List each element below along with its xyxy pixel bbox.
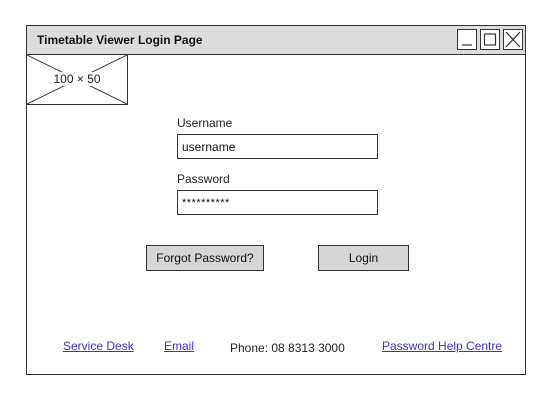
- logo-size-label: 100 × 50: [52, 72, 102, 86]
- service-desk-link[interactable]: Service Desk: [63, 339, 134, 353]
- password-label: Password: [177, 172, 230, 186]
- window-title: Timetable Viewer Login Page: [37, 33, 203, 47]
- window-titlebar[interactable]: Timetable Viewer Login Page: [27, 26, 525, 55]
- username-label: Username: [177, 116, 233, 130]
- maximize-button[interactable]: [480, 29, 500, 50]
- close-button[interactable]: [503, 29, 523, 50]
- close-icon: [505, 31, 521, 48]
- phone-number: Phone: 08 8313 3000: [230, 341, 345, 355]
- maximize-icon: [483, 33, 497, 46]
- minimize-icon: [462, 44, 472, 46]
- minimize-button[interactable]: [457, 29, 477, 50]
- logo-placeholder: 100 × 50: [27, 55, 128, 105]
- password-input[interactable]: [177, 190, 378, 215]
- email-link[interactable]: Email: [164, 339, 194, 353]
- login-button[interactable]: Login: [318, 245, 409, 271]
- password-help-link[interactable]: Password Help Centre: [382, 339, 502, 353]
- username-input[interactable]: [177, 134, 378, 159]
- login-window: Timetable Viewer Login Page 100 × 50 Use…: [26, 25, 526, 375]
- forgot-password-button[interactable]: Forgot Password?: [146, 245, 264, 271]
